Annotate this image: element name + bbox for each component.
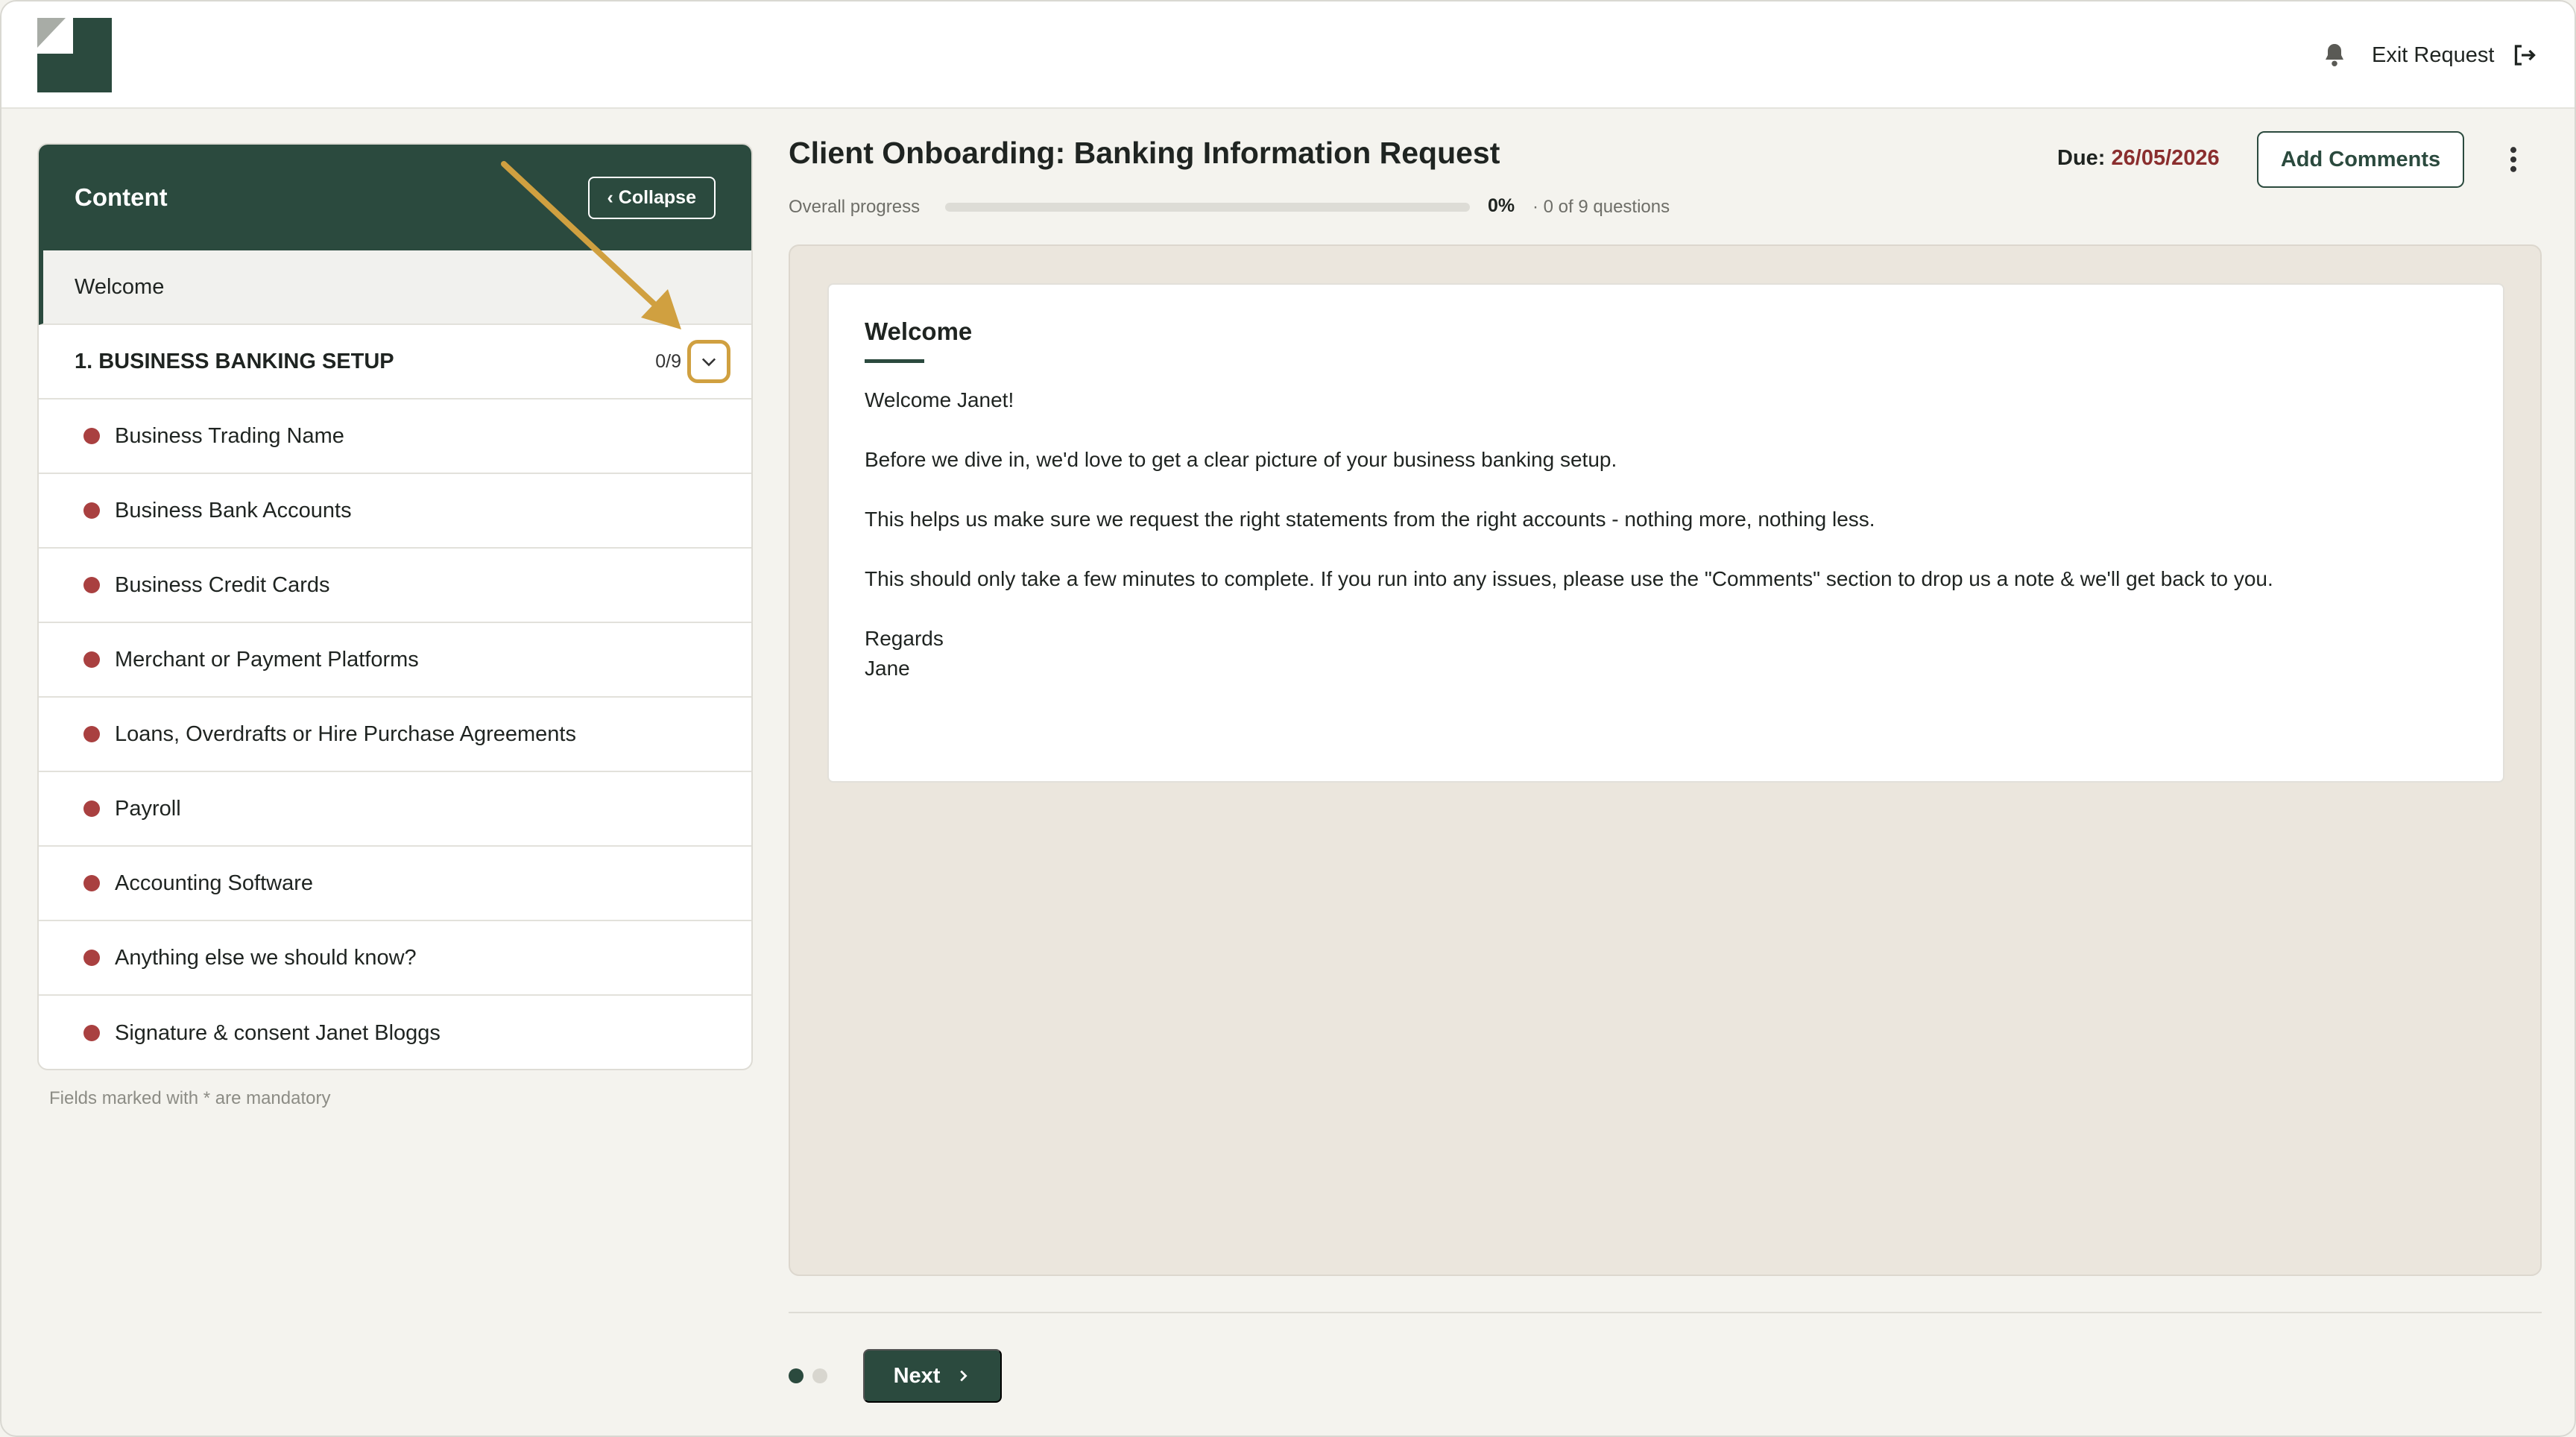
collapse-button[interactable]: ‹ Collapse — [587, 176, 716, 219]
page-title: Client Onboarding: Banking Information R… — [789, 136, 1500, 170]
sidebar-item-welcome[interactable]: Welcome — [39, 250, 751, 325]
due-date-display: Due: 26/05/2026 — [2057, 146, 2220, 171]
chevron-right-icon — [960, 1370, 968, 1382]
progress-count: · 0 of 9 questions — [1532, 197, 1670, 217]
sidebar-item-business-trading-name[interactable]: Business Trading Name — [39, 399, 751, 474]
progress-bar — [945, 203, 1470, 212]
welcome-paragraph-2: This helps us make sure we request the r… — [865, 508, 1875, 531]
sidebar-item-label: Accounting Software — [115, 871, 313, 895]
sidebar-item-business-bank-accounts[interactable]: Business Bank Accounts — [39, 474, 751, 549]
next-button[interactable]: Next — [863, 1349, 1002, 1403]
progress-label: Overall progress — [789, 197, 921, 217]
sidebar-item-label: Merchant or Payment Platforms — [115, 647, 419, 672]
card-title: Welcome — [865, 318, 973, 345]
incomplete-status-dot — [83, 950, 100, 966]
sidebar-item-label: Welcome — [75, 274, 165, 299]
exit-request-label: Exit Request — [2372, 42, 2495, 67]
app-window: Exit Request Content ‹ Collapse Welcome … — [0, 0, 2576, 1437]
due-date-value: 26/05/2026 — [2111, 146, 2220, 170]
progress-percent: 0% — [1488, 195, 1515, 216]
top-bar: Exit Request — [1, 1, 2575, 109]
incomplete-status-dot — [83, 726, 100, 742]
add-comments-button[interactable]: Add Comments — [2257, 131, 2464, 188]
incomplete-status-dot — [83, 800, 100, 817]
bell-icon[interactable] — [2321, 42, 2348, 69]
sidebar-item-label: Business Credit Cards — [115, 572, 330, 597]
sidebar-item-business-credit-cards[interactable]: Business Credit Cards — [39, 549, 751, 623]
section-status: 0/9 — [655, 340, 730, 383]
signoff-name: Jane — [865, 657, 910, 680]
sidebar-item-label: Loans, Overdrafts or Hire Purchase Agree… — [115, 721, 576, 746]
sidebar-item-label: Business Bank Accounts — [115, 498, 352, 522]
content-panel: Welcome Welcome Janet! Before we dive in… — [789, 244, 2542, 1276]
sidebar-header: Content ‹ Collapse — [39, 145, 751, 250]
next-label: Next — [893, 1363, 941, 1388]
sidebar-item-loans[interactable]: Loans, Overdrafts or Hire Purchase Agree… — [39, 698, 751, 772]
sidebar-item-label: Business Trading Name — [115, 423, 344, 448]
welcome-paragraph-3: This should only take a few minutes to c… — [865, 567, 2273, 590]
incomplete-status-dot — [83, 651, 100, 668]
sidebar-title: Content — [75, 183, 168, 211]
mandatory-fields-note: Fields marked with * are mandatory — [49, 1088, 331, 1108]
footer-divider — [789, 1312, 2542, 1313]
sidebar-item-label: Payroll — [115, 796, 181, 821]
welcome-paragraph-1: Before we dive in, we'd love to get a cl… — [865, 448, 1617, 471]
sidebar-item-accounting-software[interactable]: Accounting Software — [39, 847, 751, 921]
due-label: Due: — [2057, 146, 2106, 170]
incomplete-status-dot — [83, 875, 100, 891]
sidebar-item-label: Signature & consent Janet Bloggs — [115, 1020, 441, 1045]
sidebar-item-signature[interactable]: Signature & consent Janet Bloggs — [39, 996, 751, 1069]
section-label: 1. BUSINESS BANKING SETUP — [75, 349, 394, 373]
sidebar-item-merchant-platforms[interactable]: Merchant or Payment Platforms — [39, 623, 751, 698]
sidebar-section-business-banking[interactable]: 1. BUSINESS BANKING SETUP 0/9 — [39, 325, 751, 399]
title-underline — [865, 359, 924, 363]
section-expand-button[interactable] — [687, 340, 730, 383]
section-count: 0/9 — [655, 350, 681, 372]
welcome-greeting: Welcome Janet! — [865, 388, 1014, 411]
incomplete-status-dot — [83, 1025, 100, 1041]
sidebar-item-label: Anything else we should know? — [115, 945, 417, 970]
sidebar-item-anything-else[interactable]: Anything else we should know? — [39, 921, 751, 996]
page-indicator-inactive — [812, 1368, 827, 1383]
signoff-regards: Regards — [865, 627, 944, 650]
chevron-down-icon — [701, 358, 716, 367]
incomplete-status-dot — [83, 577, 100, 593]
logout-icon — [2515, 45, 2536, 66]
incomplete-status-dot — [83, 502, 100, 519]
content-sidebar: Content ‹ Collapse Welcome 1. BUSINESS B… — [37, 143, 753, 1070]
exit-request-button[interactable]: Exit Request — [2372, 34, 2537, 76]
page-indicator-active — [789, 1368, 804, 1383]
more-options-icon[interactable] — [2500, 143, 2527, 176]
logo-icon — [37, 18, 112, 92]
sidebar-item-payroll[interactable]: Payroll — [39, 772, 751, 847]
incomplete-status-dot — [83, 428, 100, 444]
welcome-card: Welcome Welcome Janet! Before we dive in… — [827, 283, 2504, 783]
